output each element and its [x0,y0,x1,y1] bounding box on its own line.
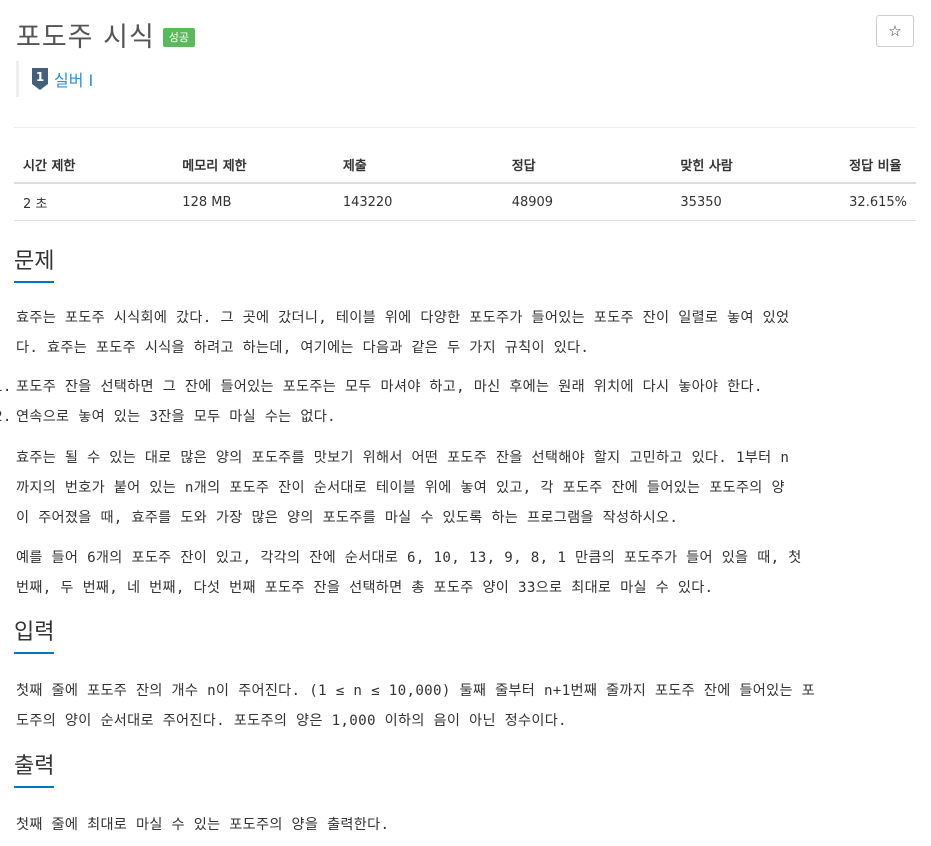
list-item: 2.연속으로 놓여 있는 3잔을 모두 마실 수는 없다. [0,409,336,425]
problem-section-header: 문제 [14,243,916,283]
input-text-line: 도주의 양이 순서대로 주어진다. 포도주의 양은 1,000 이하의 음이 아… [16,713,567,729]
stats-time: 2 초 [14,183,174,221]
problem-text-line: 까지의 번호가 붙어 있는 n개의 포도주 잔이 순서대로 테이블 위에 놓여 … [16,480,785,496]
stats-memory: 128 MB [173,183,334,221]
problem-title-row: 포도주 시식 성공 [16,14,196,54]
problem-example: 예를 들어 6개의 포도주 잔이 있고, 각각의 잔에 순서대로 6, 10, … [16,543,914,603]
tier-info[interactable]: 1 실버 I [16,61,93,97]
input-description: 첫째 줄에 포도주 잔의 개수 n이 주어진다. (1 ≤ n ≤ 10,000… [16,676,914,736]
stats-header-accepted: 정답 [502,146,672,184]
star-icon: ☆ [888,22,902,40]
input-section-header: 입력 [14,614,916,654]
stats-solvers: 35350 [671,183,841,221]
problem-text-line: 효주는 포도주 시식회에 갔다. 그 곳에 갔더니, 테이블 위에 다양한 포도… [16,310,790,326]
output-heading: 출력 [14,748,55,788]
output-description: 첫째 줄에 최대로 마실 수 있는 포도주의 양을 출력한다. [16,810,914,840]
input-heading: 입력 [14,614,55,654]
stats-header-ratio: 정답 비율 [840,146,916,184]
stats-header-memory: 메모리 제한 [173,146,334,184]
problem-rules-list: 1.포도주 잔을 선택하면 그 잔에 들어있는 포도주는 모두 마셔야 하고, … [0,372,763,432]
problem-description-2: 효주는 될 수 있는 대로 많은 양의 포도주를 맛보기 위해서 어떤 포도주 … [16,443,914,533]
status-badge: 성공 [162,27,196,47]
list-item: 1.포도주 잔을 선택하면 그 잔에 들어있는 포도주는 모두 마셔야 하고, … [0,379,763,395]
tier-label[interactable]: 실버 I [54,67,93,91]
output-text-line: 첫째 줄에 최대로 마실 수 있는 포도주의 양을 출력한다. [16,817,390,833]
page-title: 포도주 시식 [16,21,155,53]
divider [14,127,916,128]
problem-text-line: 다. 효주는 포도주 시식을 하려고 하는데, 여기에는 다음과 같은 두 가지… [16,340,590,356]
input-text-line: 첫째 줄에 포도주 잔의 개수 n이 주어진다. (1 ≤ n ≤ 10,000… [16,683,815,699]
problem-text-line: 효주는 될 수 있는 대로 많은 양의 포도주를 맛보기 위해서 어떤 포도주 … [16,450,790,466]
problem-text-line: 예를 들어 6개의 포도주 잔이 있고, 각각의 잔에 순서대로 6, 10, … [16,550,802,566]
problem-description: 효주는 포도주 시식회에 갔다. 그 곳에 갔더니, 테이블 위에 다양한 포도… [16,303,914,363]
silver-tier-1-icon: 1 [32,68,48,90]
output-section-header: 출력 [14,748,916,788]
problem-text-line: 번째, 두 번째, 네 번째, 다섯 번째 포도주 잔을 선택하면 총 포도주 … [16,580,714,596]
stats-header-time: 시간 제한 [14,146,174,184]
svg-text:1: 1 [36,70,44,84]
stats-accepted: 48909 [502,183,672,221]
problem-text-line: 이 주어졌을 때, 효주를 도와 가장 많은 양의 포도주를 마실 수 있도록 … [16,510,679,526]
stats-submissions: 143220 [333,183,503,221]
stats-ratio: 32.615% [840,183,916,221]
stats-header-submissions: 제출 [333,146,503,184]
stats-header-solvers: 맞힌 사람 [671,146,841,184]
problem-stats-table: 시간 제한 메모리 제한 제출 정답 맞힌 사람 정답 비율 2 초 128 M… [14,146,916,221]
stats-value-row: 2 초 128 MB 143220 48909 35350 32.615% [14,183,916,221]
problem-heading: 문제 [14,243,55,283]
favorite-button[interactable]: ☆ [876,15,914,47]
stats-header-row: 시간 제한 메모리 제한 제출 정답 맞힌 사람 정답 비율 [14,146,916,184]
